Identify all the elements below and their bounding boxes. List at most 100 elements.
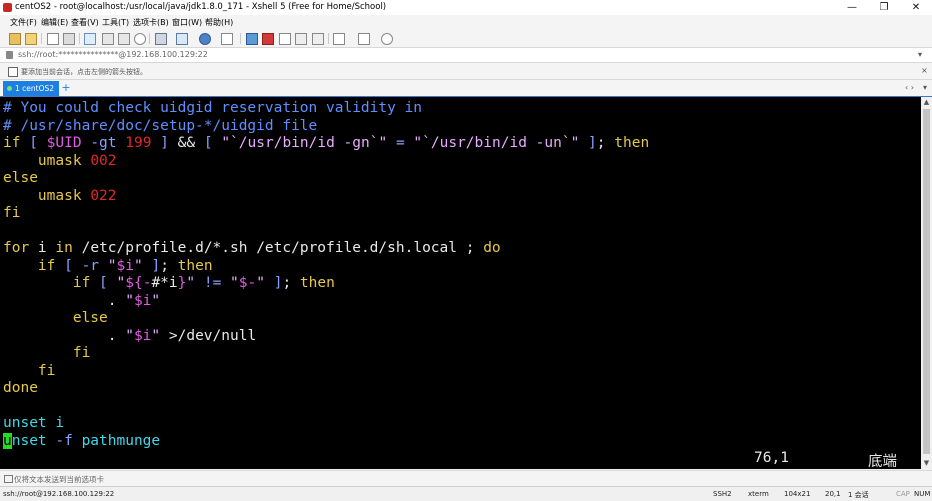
terminal-token: nset <box>11 432 47 449</box>
xagent-icon[interactable] <box>262 33 274 45</box>
status-num: NUM <box>914 490 931 498</box>
help-icon[interactable] <box>381 33 393 45</box>
terminal-token: if <box>3 275 91 291</box>
globe-icon[interactable] <box>199 33 211 45</box>
scroll-up-icon[interactable]: ▲ <box>921 97 932 107</box>
terminal-token: " <box>125 292 134 309</box>
close-button[interactable]: ✕ <box>900 0 932 15</box>
transfer-icon[interactable] <box>176 33 188 45</box>
session-manager-icon[interactable] <box>8 67 18 77</box>
menu-tabs[interactable]: 选项卡(B) <box>133 17 169 28</box>
terminal-token: " <box>256 275 265 291</box>
terminal-line: for i in /etc/profile.d/*.sh /etc/profil… <box>3 240 501 257</box>
menu-bar: 文件(F) 编辑(E) 查看(V) 工具(T) 选项卡(B) 窗口(W) 帮助(… <box>0 15 932 30</box>
terminal-token: " <box>116 275 126 291</box>
properties-icon[interactable] <box>84 33 96 45</box>
terminal-token: >/dev/null <box>160 327 257 344</box>
status-sessions: 1 会话 <box>848 491 869 499</box>
tab-menu-icon[interactable]: ▾ <box>923 83 927 92</box>
fullscreen-icon[interactable] <box>279 33 291 45</box>
title-bar: centOS2 - root@localhost:/usr/local/java… <box>0 0 932 15</box>
compose-icon[interactable] <box>333 33 345 45</box>
scrollbar-thumb[interactable] <box>923 109 930 454</box>
dropdown-icon[interactable]: ▾ <box>918 50 922 59</box>
terminal-token: ${- <box>125 275 152 291</box>
tab-bar: 1 centOS2 + ‹ › ▾ <box>0 80 932 97</box>
copy-icon[interactable] <box>102 33 114 45</box>
tab-centos2[interactable]: 1 centOS2 <box>3 81 59 96</box>
terminal-token: ; <box>596 135 615 151</box>
terminal-token: . <box>3 327 126 344</box>
menu-edit[interactable]: 编辑(E) <box>41 17 68 28</box>
cursor-position: 76,1 <box>754 450 789 466</box>
menu-window[interactable]: 窗口(W) <box>172 17 202 28</box>
toolbar-separator <box>149 33 150 44</box>
print-icon[interactable] <box>155 33 167 45</box>
terminal-token: $i <box>116 257 134 274</box>
terminal-token: "` <box>221 135 239 151</box>
maximize-button[interactable]: ❐ <box>868 0 900 15</box>
add-tab-button[interactable]: + <box>61 82 71 94</box>
open-folder-icon[interactable] <box>25 33 37 45</box>
lock-icon[interactable] <box>295 33 307 45</box>
terminal-token: [ -r <box>55 257 108 274</box>
terminal-token: $i <box>133 327 152 344</box>
terminal-token: 199 <box>125 135 152 151</box>
terminal-token: done <box>3 380 38 396</box>
toolbar-separator <box>328 33 329 44</box>
font-icon[interactable] <box>221 33 233 45</box>
compose-bar: 仅将文本发送到当前选项卡 <box>0 470 932 486</box>
terminal-line: if [ "${-#*i}" != "$-" ]; then <box>3 275 335 292</box>
terminal-token: ] <box>579 135 597 151</box>
address-field[interactable]: ssh://root:***************@192.168.100.1… <box>18 50 208 59</box>
terminal-line: # You could check uidgid reservation val… <box>3 100 422 117</box>
new-session-icon[interactable] <box>9 33 21 45</box>
terminal-token: " <box>151 327 161 344</box>
terminal-token: #*i <box>151 275 178 291</box>
terminal-token: fi <box>3 345 91 361</box>
xftp-icon[interactable] <box>246 33 258 45</box>
terminal-line: fi <box>3 363 55 380</box>
menu-file[interactable]: 文件(F) <box>10 17 37 28</box>
terminal-token: /usr/bin/id -gn <box>238 135 370 151</box>
disconnect-icon[interactable] <box>63 33 75 45</box>
xshell-app-icon <box>3 3 12 12</box>
toolbar-separator <box>79 33 80 44</box>
terminal-token: $- <box>238 275 257 291</box>
paste-icon[interactable] <box>118 33 130 45</box>
terminal-line: else <box>3 310 108 327</box>
terminal-token: -f <box>46 432 82 449</box>
terminal-scrollbar[interactable]: ▲ ▼ <box>921 97 932 469</box>
terminal-token: if <box>3 257 56 274</box>
terminal-token: $i <box>133 292 152 309</box>
minimize-button[interactable]: — <box>836 0 868 15</box>
menu-tools[interactable]: 工具(T) <box>102 17 129 28</box>
keyboard-icon[interactable] <box>312 33 324 45</box>
compose-input[interactable]: 仅将文本发送到当前选项卡 <box>14 474 104 485</box>
terminal-token: " <box>107 257 117 274</box>
terminal-cursor: u <box>3 432 12 449</box>
terminal-token: $UID <box>46 135 82 151</box>
menu-help[interactable]: 帮助(H) <box>205 17 233 28</box>
terminal-token: then <box>177 257 213 274</box>
terminal-token: # /usr/share/doc/setup-*/uidgid file <box>3 117 318 134</box>
layout-icon[interactable] <box>358 33 370 45</box>
terminal-token: ; <box>282 275 300 291</box>
terminal-token: ] <box>151 135 178 151</box>
terminal-token: else <box>3 310 108 326</box>
terminal-line: if [ -r "$i" ]; then <box>3 258 213 275</box>
scroll-down-icon[interactable]: ▼ <box>921 458 932 468</box>
terminal-area[interactable]: # You could check uidgid reservation val… <box>0 97 921 469</box>
terminal-token: else <box>3 170 38 186</box>
status-cursor: 20,1 <box>825 490 841 498</box>
find-icon[interactable] <box>134 33 146 45</box>
terminal-token: umask <box>3 152 91 169</box>
close-icon[interactable]: × <box>921 66 928 75</box>
tab-scroll-icon[interactable]: ‹ › <box>905 83 914 92</box>
compose-menu-icon[interactable] <box>4 475 13 483</box>
connect-icon[interactable] <box>47 33 59 45</box>
window-title: centOS2 - root@localhost:/usr/local/java… <box>15 2 387 12</box>
menu-view[interactable]: 查看(V) <box>71 17 99 28</box>
terminal-token: " <box>151 292 161 309</box>
terminal-line: # /usr/share/doc/setup-*/uidgid file <box>3 118 317 135</box>
